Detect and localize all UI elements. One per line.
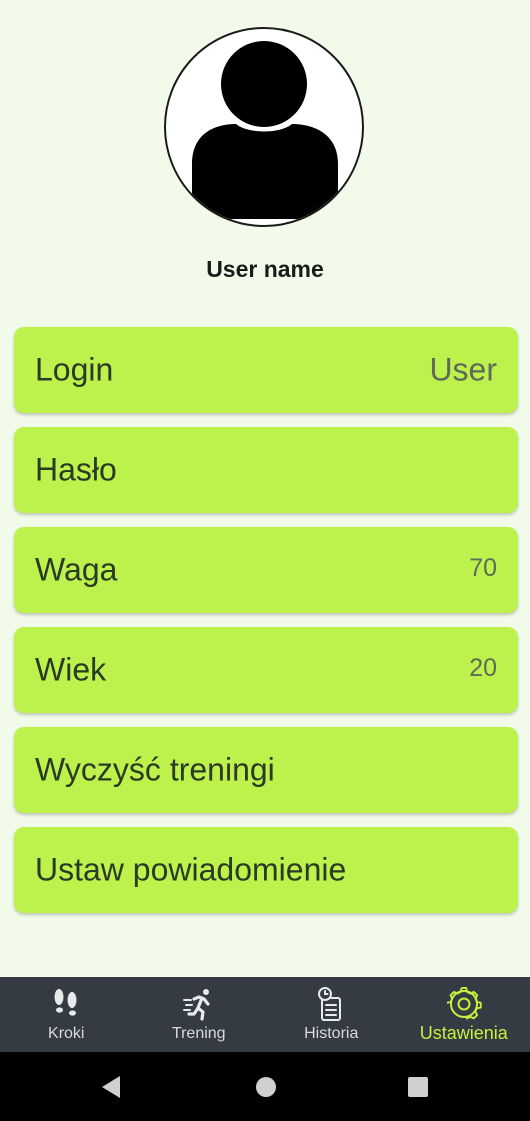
setting-password[interactable]: Hasło [14,427,518,513]
footsteps-icon [54,989,77,1016]
recents-icon[interactable] [405,1074,431,1100]
nav-item-trening[interactable]: Trening [133,977,266,1052]
nav-label: Ustawienia [419,1023,508,1043]
setting-value: 20 [469,654,497,682]
setting-login[interactable]: Login User [14,327,518,413]
setting-age[interactable]: Wiek 20 [14,627,518,713]
setting-label: Login [35,351,114,388]
setting-weight[interactable]: Waga 70 [14,527,518,613]
system-nav-bar [0,1052,530,1121]
nav-item-kroki[interactable]: Kroki [0,977,133,1052]
nav-label: Historia [304,1025,359,1042]
nav-item-ustawienia[interactable]: Ustawienia [398,977,530,1052]
nav-item-historia[interactable]: Historia [265,977,398,1052]
running-icon [182,989,210,1021]
nav-label: Kroki [48,1025,85,1042]
gear-icon [446,986,482,1020]
home-icon[interactable] [253,1074,279,1100]
setting-label: Wyczyść treningi [35,751,275,788]
setting-label: Wiek [35,651,107,688]
setting-label: Ustaw powiadomienie [35,851,347,888]
back-icon[interactable] [98,1074,124,1100]
setting-label: Hasło [35,451,117,488]
nav-label: Trening [171,1025,226,1042]
person-icon [192,41,338,219]
history-icon [318,987,342,1021]
setting-clear-trainings[interactable]: Wyczyść treningi [14,727,518,813]
setting-value: 70 [469,554,497,582]
username: User name [206,256,324,282]
setting-label: Waga [35,551,118,588]
settings-list: Login User Hasło Waga 70 Wiek 20 Wyczyść… [14,327,518,927]
bottom-nav: Kroki Trening Historia Ustawienia [0,977,530,1052]
avatar[interactable] [164,27,364,227]
setting-value: User [429,351,497,388]
setting-notification[interactable]: Ustaw powiadomienie [14,827,518,913]
